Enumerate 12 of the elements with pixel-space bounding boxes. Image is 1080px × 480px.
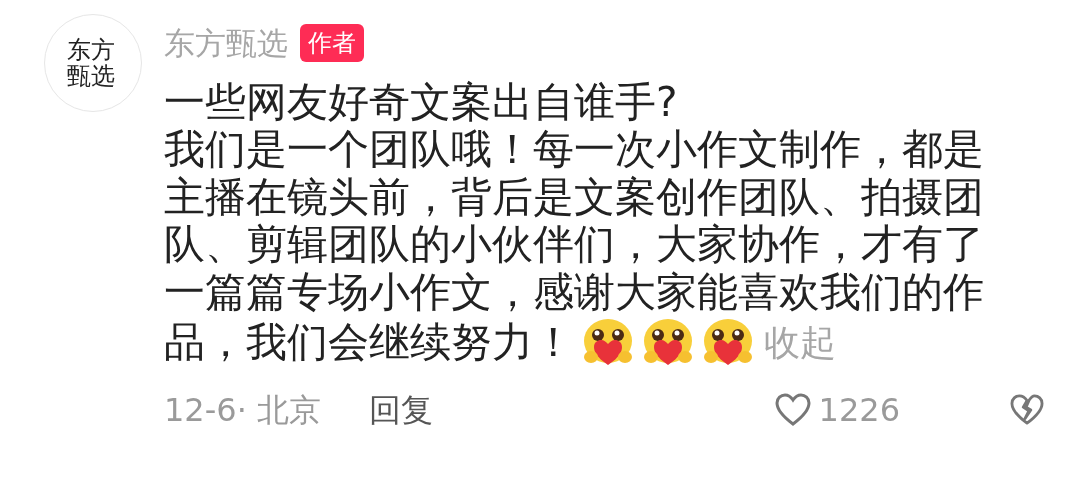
comment-text-line: 队、剪辑团队的小伙伴们，大家协作，才有了 — [164, 221, 984, 269]
comment-meta: 12-6· 北京 — [164, 390, 321, 431]
comment-question: 一些网友好奇文案出自谁手? — [164, 78, 678, 126]
like-icon[interactable] — [774, 393, 811, 427]
reply-link[interactable]: 回复 — [368, 386, 433, 434]
comment-text-line: 品，我们会继续努力！ — [164, 319, 574, 367]
comment-text-line: 一篇篇专场小作文，感谢大家能喜欢我们的作 — [164, 268, 984, 316]
author-tag: 作者 — [300, 24, 364, 63]
comment-text-line: 我们是一个团队哦！每一次小作文制作，都是 — [164, 126, 984, 174]
comment-text-line: 主播在镜头前，背后是文案创作团队、拍摄团 — [164, 173, 984, 221]
like-count: 1226 — [818, 390, 900, 431]
dislike-icon[interactable] — [1010, 394, 1044, 426]
